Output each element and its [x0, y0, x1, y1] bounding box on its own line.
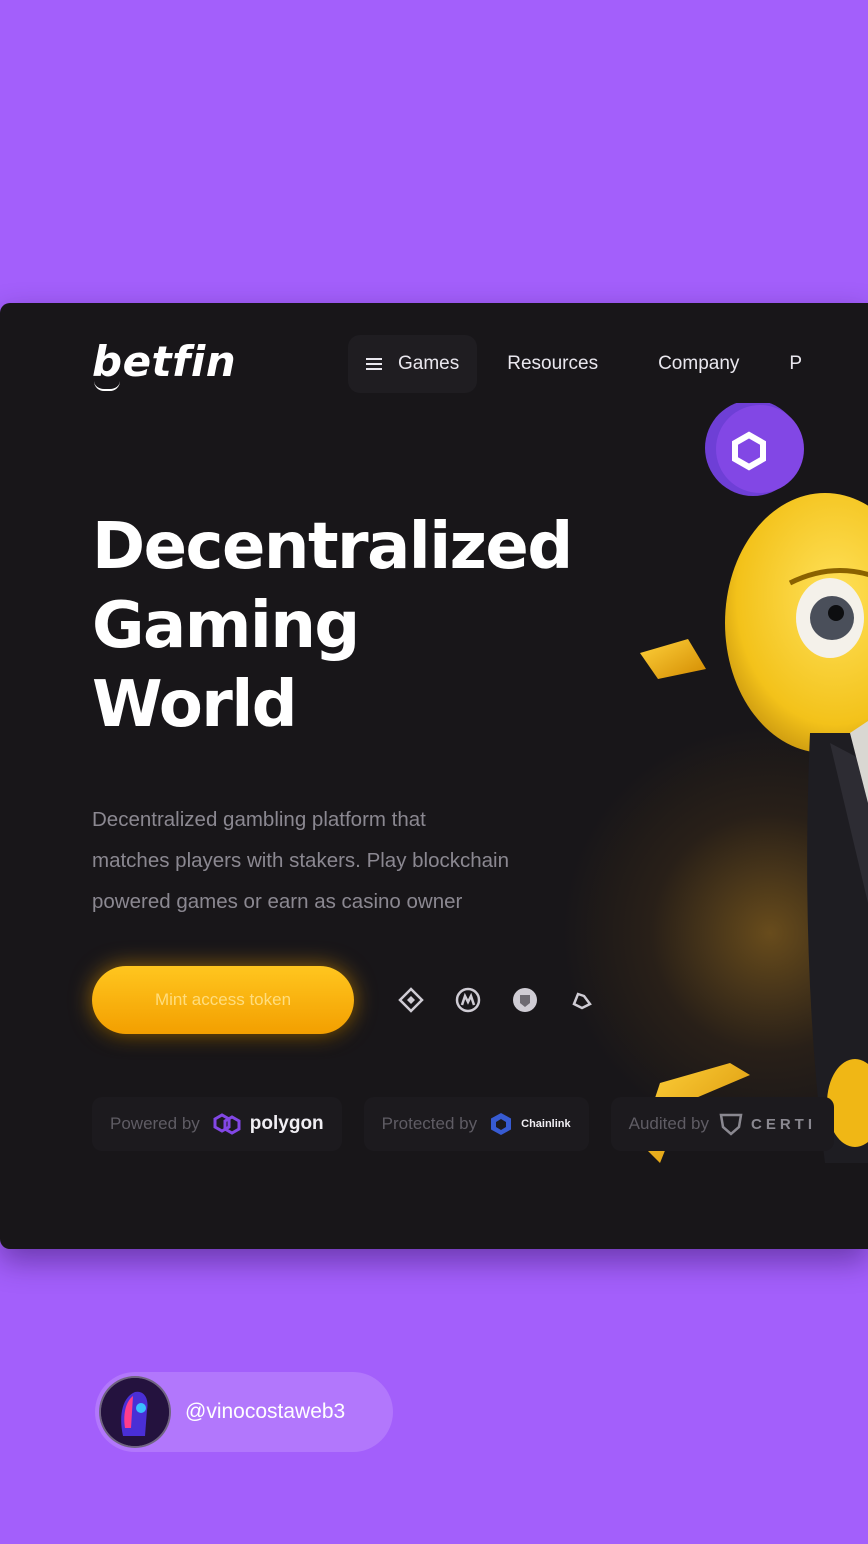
logo-smile-mark — [94, 381, 120, 391]
chainlink-icon — [491, 1113, 512, 1135]
partner-prefix: Protected by — [381, 1114, 478, 1133]
menu-icon — [366, 355, 382, 373]
website-preview-card: betfin Games Resources Company P Decentr… — [0, 303, 868, 1249]
nav-item-partial[interactable]: P — [771, 335, 820, 393]
shield-icon[interactable] — [510, 985, 540, 1015]
binance-icon[interactable] — [396, 985, 426, 1015]
partner-polygon[interactable]: Powered by polygon — [92, 1097, 342, 1151]
partner-prefix: Audited by — [628, 1114, 709, 1133]
partner-brand: Chainlink — [521, 1118, 571, 1130]
certik-icon — [719, 1113, 743, 1136]
partner-certik[interactable]: Audited by CERTI — [610, 1097, 834, 1151]
hero-description-line-2: matches players with stakers. Play block… — [92, 849, 510, 872]
nav-resources[interactable]: Resources — [489, 335, 616, 393]
hero-description-line-3: powered games or earn as casino owner — [92, 890, 463, 913]
avatar — [99, 1376, 171, 1448]
partner-brand: polygon — [249, 1113, 324, 1134]
hero-description-line-1: Decentralized gambling platform that — [92, 808, 426, 831]
hero-description: Decentralized gambling platform that mat… — [92, 799, 632, 922]
social-links — [396, 985, 597, 1015]
partner-brand: CERTI — [750, 1115, 816, 1133]
hero-title: Decentralized Gaming World — [92, 508, 672, 745]
hero-title-line-3: World — [92, 668, 298, 742]
betfin-logo[interactable]: betfin — [92, 337, 236, 386]
nav-games-label: Games — [398, 353, 460, 374]
partner-chainlink[interactable]: Protected by Chainlink — [363, 1097, 589, 1151]
partner-prefix: Powered by — [110, 1114, 200, 1133]
partner-badges: Powered by polygon Protected by Chainlin… — [92, 1097, 834, 1151]
nav-games[interactable]: Games — [348, 335, 478, 393]
creator-handle: @vinocostaweb3 — [185, 1400, 346, 1423]
recycle-icon[interactable] — [567, 985, 597, 1015]
nav-company[interactable]: Company — [640, 335, 757, 393]
coinmarketcap-icon[interactable] — [453, 985, 483, 1015]
hero-title-line-2: Gaming — [92, 589, 360, 663]
creator-handle-pill[interactable]: @vinocostaweb3 — [95, 1372, 393, 1452]
mint-access-token-button[interactable]: Mint access token — [92, 966, 354, 1034]
polygon-icon — [213, 1113, 241, 1135]
main-nav: Games Resources Company P — [348, 335, 820, 393]
hero-title-line-1: Decentralized — [92, 510, 573, 584]
